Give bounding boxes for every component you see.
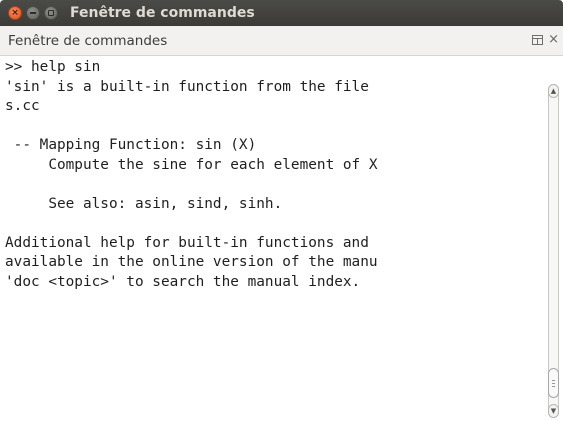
scrollbar-thumb[interactable] <box>548 368 559 398</box>
console-line: -- Mapping Function: sin (X) <box>5 137 257 153</box>
thumb-grip <box>552 380 555 381</box>
console-line: >> help sin <box>5 59 101 75</box>
console-line: Additional help for built-in functions a… <box>5 234 369 251</box>
console-line: See also: asin, sind, sinh. <box>5 195 283 212</box>
console-line: 'sin' is a built-in function from the fi… <box>5 78 369 95</box>
scroll-down-button[interactable]: ▼ <box>548 404 559 418</box>
maximize-window-button[interactable] <box>44 6 58 20</box>
chevron-down-icon: ▼ <box>550 406 557 415</box>
dock-title: Fenêtre de commandes <box>8 33 168 49</box>
command-window: × Fenêtre de commandes Fenêtre de comman… <box>0 0 563 421</box>
console-line: s.cc <box>5 98 40 114</box>
scroll-up-button[interactable]: ▲ <box>548 84 559 98</box>
undock-icon[interactable] <box>532 35 543 45</box>
console-line: available in the online version of the m… <box>5 254 378 270</box>
chevron-up-icon: ▲ <box>550 86 557 95</box>
close-icon: × <box>11 7 19 18</box>
window-title: Fenêtre de commandes <box>70 5 255 21</box>
maximize-icon <box>48 10 54 16</box>
console-line: 'doc <topic>' to search the manual index… <box>5 273 361 290</box>
dock-close-button[interactable]: × <box>548 32 559 47</box>
console-text[interactable]: >> help sin 'sin' is a built-in function… <box>0 56 544 292</box>
title-bar[interactable]: × Fenêtre de commandes <box>0 0 563 26</box>
vertical-scrollbar[interactable]: ▲ ▼ <box>544 56 563 421</box>
thumb-grip <box>552 386 555 387</box>
minimize-window-button[interactable] <box>26 6 40 20</box>
close-window-button[interactable]: × <box>8 6 22 20</box>
dock-header: Fenêtre de commandes × <box>0 26 563 56</box>
thumb-grip <box>552 383 555 384</box>
minimize-icon <box>30 12 36 14</box>
console-output[interactable]: >> help sin 'sin' is a built-in function… <box>0 56 544 421</box>
console-line: Compute the sine for each element of X <box>5 156 378 173</box>
